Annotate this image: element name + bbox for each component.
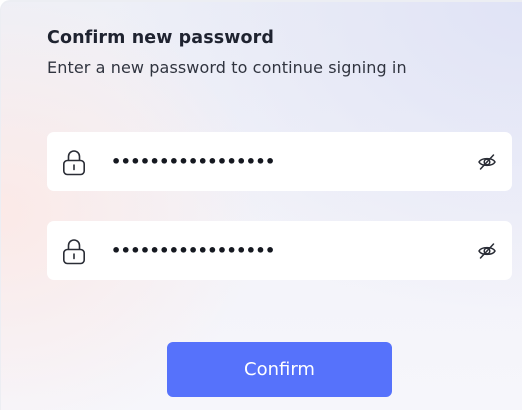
page-subtitle: Enter a new password to continue signing… <box>47 58 407 77</box>
lock-icon <box>62 148 86 176</box>
password-value[interactable]: ••••••••••••••••• <box>111 221 275 280</box>
new-password-field[interactable]: ••••••••••••••••• <box>47 132 512 191</box>
password-value[interactable]: ••••••••••••••••• <box>111 132 275 191</box>
confirm-button[interactable]: Confirm <box>167 342 392 397</box>
page-title: Confirm new password <box>47 28 274 48</box>
confirm-password-card: Confirm new password Enter a new passwor… <box>0 0 522 410</box>
lock-icon <box>62 237 86 265</box>
eye-slash-icon[interactable] <box>477 241 497 261</box>
confirm-password-field[interactable]: ••••••••••••••••• <box>47 221 512 280</box>
eye-slash-icon[interactable] <box>477 152 497 172</box>
